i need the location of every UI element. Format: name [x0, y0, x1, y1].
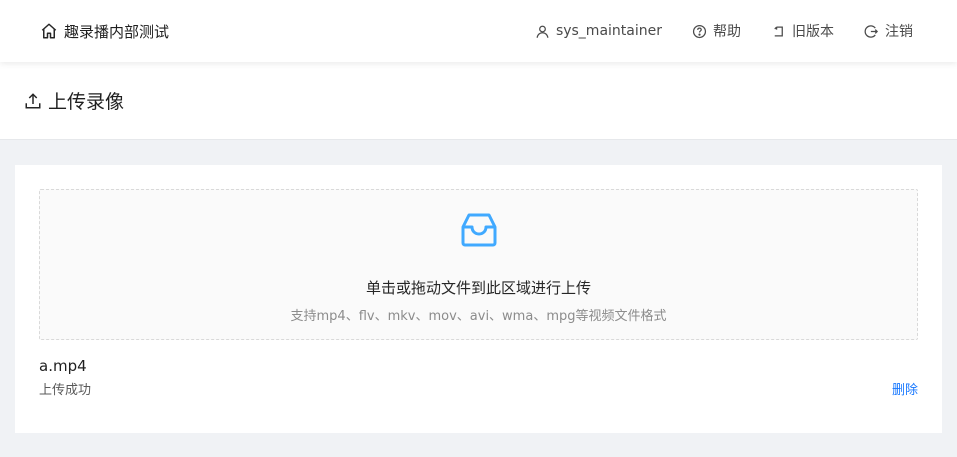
page-title: 上传录像: [48, 91, 125, 113]
file-name: a.mp4: [39, 357, 87, 375]
upload-dropzone[interactable]: 单击或拖动文件到此区域进行上传 支持mp4、flv、mkv、mov、avi、wm…: [39, 189, 918, 340]
user-icon: [536, 25, 549, 38]
top-navbar: 趣录播内部测试 sys_maintainer 帮助 旧版本 注销: [0, 0, 957, 62]
page-header: 上传录像: [0, 62, 957, 140]
home-icon: [41, 23, 57, 39]
nav-user-label: sys_maintainer: [555, 23, 662, 39]
brand[interactable]: 趣录播内部测试: [40, 20, 169, 42]
nav-user[interactable]: sys_maintainer: [535, 23, 662, 39]
upload-card: 单击或拖动文件到此区域进行上传 支持mp4、flv、mkv、mov、avi、wm…: [15, 165, 942, 433]
upload-icon: [25, 92, 41, 108]
dropzone-title: 单击或拖动文件到此区域进行上传: [365, 279, 591, 297]
nav-help-label: 帮助: [713, 24, 741, 40]
nav-old-version-label: 旧版本: [792, 24, 834, 40]
nav-logout-label: 注销: [885, 24, 913, 40]
user-nav: sys_maintainer 帮助 旧版本 注销: [535, 20, 913, 42]
inbox-icon: [461, 213, 496, 247]
file-status: 上传成功: [39, 383, 92, 398]
brand-title: 趣录播内部测试: [64, 22, 170, 41]
rollback-icon: [774, 26, 783, 36]
nav-help[interactable]: 帮助: [692, 21, 741, 41]
logout-icon: [864, 24, 879, 38]
help-circle-icon: [692, 24, 707, 38]
nav-logout[interactable]: 注销: [864, 21, 913, 41]
nav-old-version[interactable]: 旧版本: [771, 21, 834, 41]
delete-file-button[interactable]: 删除: [892, 379, 918, 398]
file-list-item: a.mp4 上传成功 删除: [39, 355, 918, 398]
dropzone-hint: 支持mp4、flv、mkv、mov、avi、wma、mpg等视频文件格式: [290, 309, 667, 324]
